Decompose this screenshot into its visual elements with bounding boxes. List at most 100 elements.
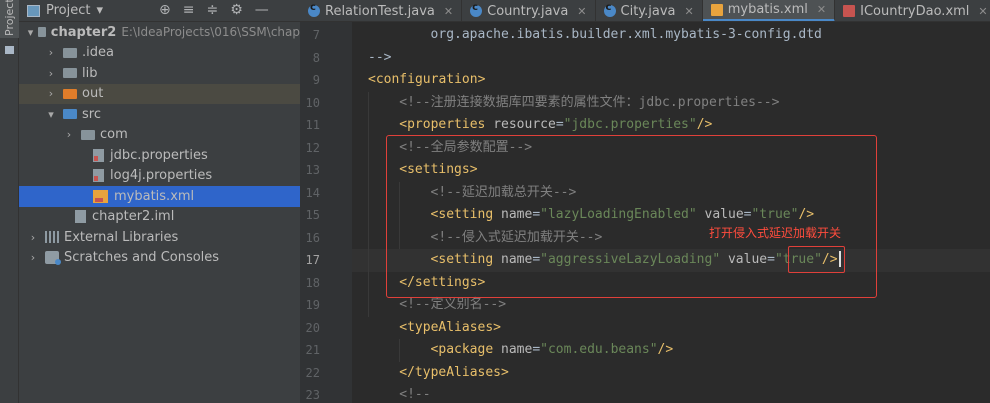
- project-strip-label[interactable]: Project: [3, 0, 16, 36]
- code-line[interactable]: <!--注册连接数据库四要素的属性文件：jdbc.properties-->: [352, 92, 990, 115]
- code-line[interactable]: <configuration>: [352, 69, 990, 92]
- chevron-right-icon[interactable]: ›: [45, 87, 57, 100]
- code-token: <!--定义别名-->: [399, 297, 507, 312]
- line-number: 15: [305, 208, 320, 222]
- line-number: 16: [305, 230, 320, 245]
- minimize-icon[interactable]: —: [255, 2, 269, 18]
- editor-tab-label: Country.java: [487, 3, 569, 19]
- code-token: "com.edu.beans": [540, 342, 658, 357]
- tree-item[interactable]: › .idea: [19, 43, 300, 64]
- project-view-selector[interactable]: Project ▾: [27, 3, 103, 18]
- folder-icon: [63, 109, 77, 120]
- code-token: <typeAliases>: [399, 319, 502, 335]
- code-token: <properties: [399, 117, 494, 132]
- interface-icon: [843, 5, 856, 17]
- chevron-down-icon[interactable]: ▾: [45, 108, 57, 121]
- tree-item-label: src: [82, 106, 101, 122]
- close-icon[interactable]: ✕: [444, 5, 453, 18]
- class-icon: [308, 2, 320, 17]
- chevron-down-icon[interactable]: ▾: [27, 26, 34, 39]
- tree-item[interactable]: ▾ chapter2 E:\IdeaProjects\016\SSM\chap: [19, 22, 300, 43]
- class-icon: [603, 2, 616, 17]
- folder-icon: [5, 46, 14, 54]
- chevron-right-icon[interactable]: ›: [63, 128, 75, 141]
- line-number: 18: [305, 275, 320, 290]
- line-number: 9: [312, 73, 320, 87]
- tree-item-label: chapter2.iml: [92, 209, 175, 225]
- tree-item[interactable]: › lib: [19, 63, 300, 84]
- text-caret: [839, 251, 841, 267]
- code-line[interactable]: org.apache.ibatis.builder.xml.mybatis-3-…: [352, 24, 990, 47]
- chevron-right-icon[interactable]: ›: [27, 251, 39, 264]
- editor-tab[interactable]: ICountryDao.xml ✕: [835, 0, 990, 21]
- code-line[interactable]: <package name="com.edu.beans"/>: [352, 339, 990, 362]
- editor-tab[interactable]: City.java ✕: [596, 0, 703, 21]
- line-number: 22: [305, 365, 320, 380]
- line-number: 14: [305, 185, 320, 200]
- close-icon[interactable]: ✕: [978, 5, 987, 18]
- package-icon: [81, 129, 95, 140]
- scratches-icon: [45, 251, 61, 266]
- project-pane-toolbar: ⊕ ≡ ≑ ⚙ —: [159, 2, 269, 18]
- close-icon[interactable]: ✕: [685, 5, 694, 18]
- code-line[interactable]: </typeAliases>: [352, 362, 990, 385]
- locate-icon[interactable]: ⊕: [159, 2, 171, 18]
- tree-item[interactable]: mybatis.xml: [19, 186, 300, 207]
- code-token: name: [501, 342, 533, 357]
- code-line[interactable]: <typeAliases>: [352, 317, 990, 340]
- tree-item[interactable]: › out: [19, 83, 300, 104]
- chevron-right-icon[interactable]: ›: [27, 231, 39, 244]
- tree-item-label: log4j.properties: [110, 168, 213, 184]
- code-line[interactable]: <properties resource="jdbc.properties"/>: [352, 114, 990, 137]
- code-token: <!--注册连接数据库四要素的属性文件：jdbc.properties-->: [399, 94, 780, 110]
- line-number: 10: [305, 95, 320, 110]
- library-icon: [45, 231, 59, 244]
- tree-item[interactable]: › External Libraries: [19, 227, 300, 248]
- chevron-right-icon[interactable]: ›: [45, 46, 57, 59]
- tree-item-label: chapter2: [50, 24, 117, 40]
- annotation-box-settings: [386, 135, 877, 298]
- xml-file-icon: [710, 3, 723, 16]
- code-line[interactable]: -->: [352, 47, 990, 70]
- editor-tab-label: mybatis.xml: [727, 2, 808, 17]
- tree-item[interactable]: › com: [19, 125, 300, 146]
- line-number: 19: [305, 298, 320, 312]
- line-number: 12: [305, 140, 320, 155]
- code-token: "jdbc.properties": [563, 117, 697, 132]
- collapse-all-icon[interactable]: ≑: [206, 2, 218, 18]
- close-icon[interactable]: ✕: [577, 5, 586, 18]
- tree-item-label: out: [82, 86, 104, 102]
- project-icon: [27, 4, 40, 17]
- code-token: />: [696, 117, 713, 132]
- gear-icon[interactable]: ⚙: [230, 2, 243, 18]
- code-token: <package: [430, 342, 501, 357]
- project-tree: ▾ chapter2 E:\IdeaProjects\016\SSM\chap › .i…: [19, 22, 300, 268]
- line-number: 7: [312, 28, 320, 42]
- close-icon[interactable]: ✕: [817, 3, 826, 16]
- editor-tab[interactable]: mybatis.xml ✕: [702, 0, 836, 21]
- code-token: org.apache.ibatis.builder.xml.mybatis-3-…: [430, 27, 822, 42]
- code-token: <configuration>: [368, 72, 486, 87]
- chevron-down-icon: ▾: [96, 3, 104, 18]
- properties-file-icon: [93, 148, 104, 162]
- tree-item[interactable]: › Scratches and Consoles: [19, 248, 300, 269]
- tree-item[interactable]: log4j.properties: [19, 166, 300, 187]
- code-token: =: [555, 117, 564, 132]
- chevron-right-icon[interactable]: ›: [45, 67, 57, 80]
- tree-item[interactable]: jdbc.properties: [19, 145, 300, 166]
- code-line[interactable]: <!--: [352, 384, 990, 403]
- editor-tab[interactable]: RelationTest.java ✕: [300, 0, 463, 21]
- editor-tab[interactable]: Country.java ✕: [462, 0, 596, 21]
- tree-item-label: Scratches and Consoles: [64, 250, 220, 266]
- tree-item[interactable]: ▾ src: [19, 104, 300, 125]
- annotation-box-value: [788, 246, 845, 273]
- project-pane-title: Project: [46, 3, 91, 18]
- editor-gutter: 7 8 9 10 11 12 13 14 15 16 17 18 19 20 21 22 23: [300, 22, 364, 403]
- annotation-text: 打开侵入式延迟加载开关: [709, 226, 842, 240]
- xml-file-icon: [93, 189, 108, 203]
- expand-all-icon[interactable]: ≡: [183, 2, 195, 18]
- editor-tab-label: RelationTest.java: [325, 3, 435, 19]
- tree-item-label: com: [100, 127, 128, 143]
- tree-item[interactable]: chapter2.iml: [19, 207, 300, 228]
- line-number: 13: [305, 163, 320, 177]
